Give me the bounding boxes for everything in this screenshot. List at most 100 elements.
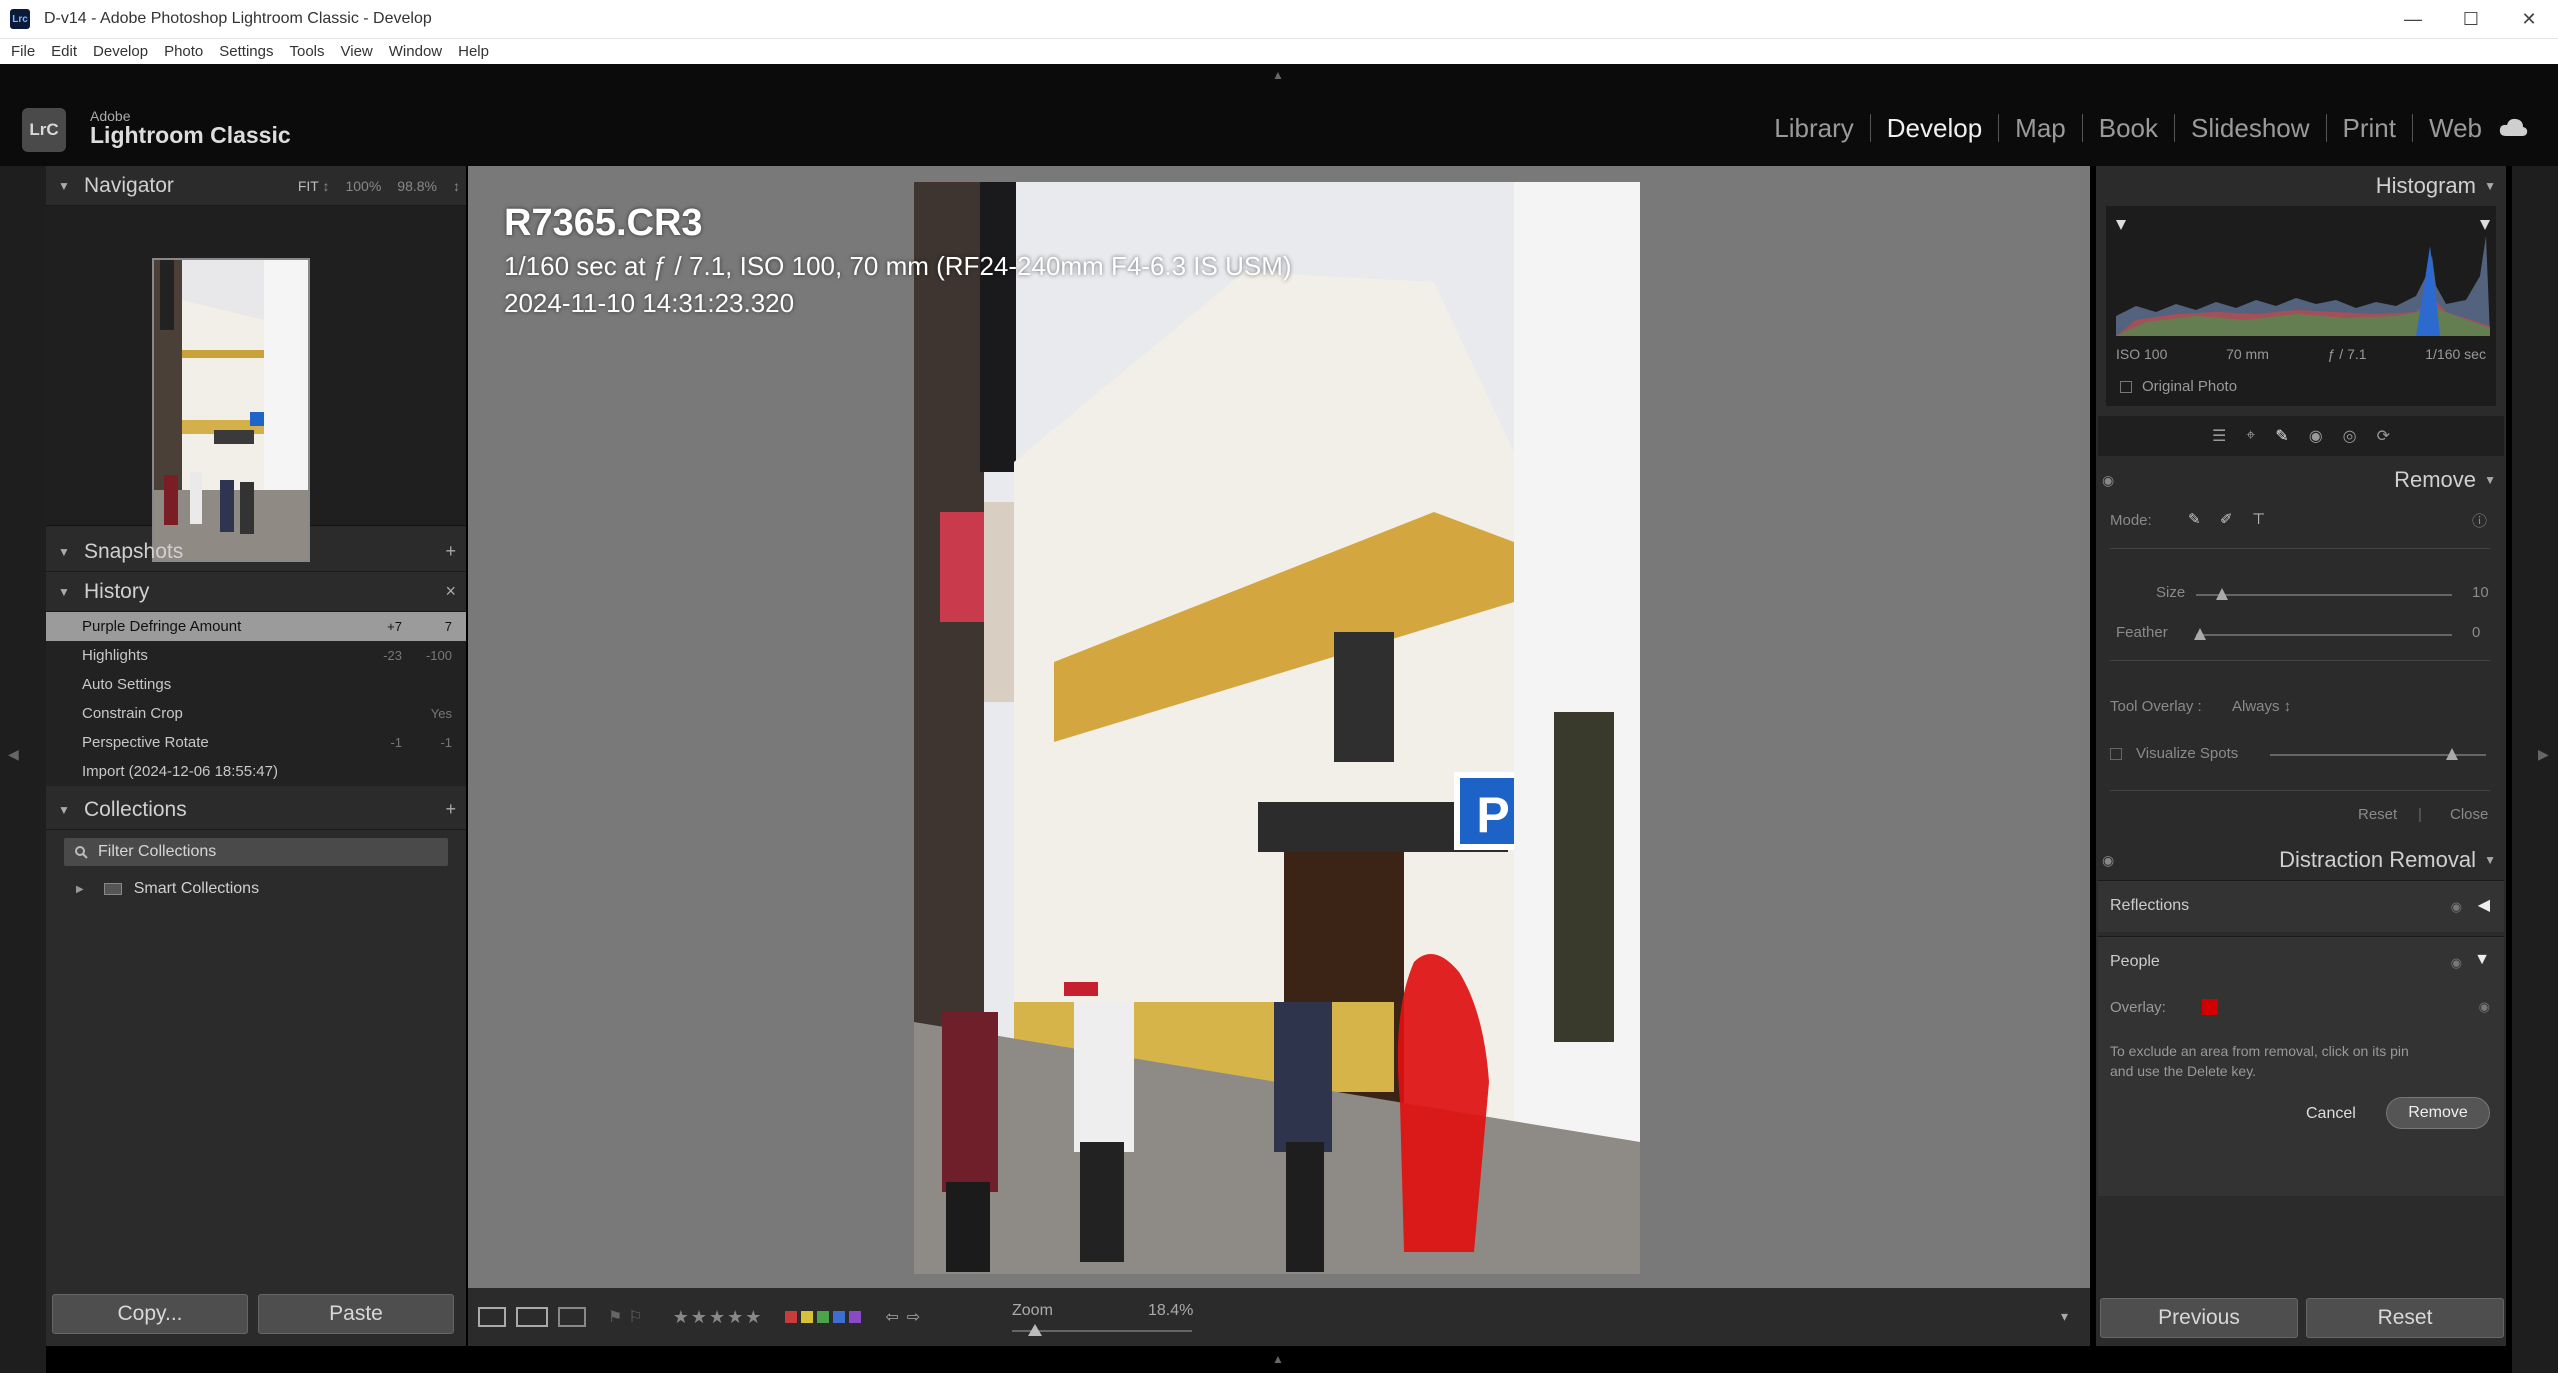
module-web[interactable]: Web (2413, 114, 2498, 142)
menu-edit[interactable]: Edit (51, 43, 77, 60)
reset-button[interactable]: Reset (2306, 1298, 2504, 1338)
history-item[interactable]: Perspective Rotate -1 -1 (46, 728, 466, 757)
module-slideshow[interactable]: Slideshow (2175, 114, 2327, 142)
distraction-removal-header[interactable]: ◉ Distraction Removal ▼ (2096, 840, 2506, 880)
flag-icon[interactable]: ⚑ (608, 1307, 622, 1327)
visibility-icon[interactable]: ◉ (2451, 899, 2462, 915)
history-item[interactable]: Highlights -23 -100 (46, 641, 466, 670)
visualize-spots-checkbox[interactable] (2110, 748, 2122, 760)
histogram-header[interactable]: Histogram ▼ (2096, 166, 2506, 206)
histogram-panel[interactable]: ISO 100 70 mm ƒ / 7.1 1/160 sec Original… (2106, 206, 2496, 406)
overlay-color-swatch[interactable] (2202, 999, 2218, 1015)
add-snapshot-icon[interactable]: + (445, 541, 456, 562)
remove-reset-button[interactable]: Reset (2358, 806, 2397, 823)
color-label-blue[interactable] (833, 1311, 846, 1323)
color-label-red[interactable] (785, 1311, 798, 1323)
add-collection-icon[interactable]: + (445, 799, 456, 820)
module-print[interactable]: Print (2327, 114, 2413, 142)
toolbar-options-icon[interactable]: ▾ (2061, 1308, 2068, 1325)
minimize-icon[interactable]: — (2384, 0, 2442, 38)
collapse-right-icon[interactable]: ▶ (2538, 746, 2549, 763)
history-item-label: Auto Settings (82, 676, 172, 693)
remove-header[interactable]: ◉ Remove ▼ (2096, 460, 2506, 500)
module-book[interactable]: Book (2083, 114, 2176, 142)
collapse-top-icon[interactable]: ▲ (1272, 68, 1284, 82)
menu-settings[interactable]: Settings (219, 43, 273, 60)
color-label-purple[interactable] (849, 1311, 862, 1323)
cancel-button[interactable]: Cancel (2306, 1105, 2356, 1123)
previous-button[interactable]: Previous (2100, 1298, 2298, 1338)
panel-visibility-icon[interactable]: ◉ (2102, 472, 2114, 489)
module-library[interactable]: Library (1758, 114, 1871, 142)
image-canvas[interactable]: P R7365.CR3 1/160 sec at ƒ / 7.1, ISO 10… (468, 166, 2090, 1288)
previous-photo-icon[interactable]: ⇦ (885, 1307, 898, 1327)
yy-view-icon[interactable] (558, 1307, 586, 1327)
history-item[interactable]: Auto Settings (46, 670, 466, 699)
menu-help[interactable]: Help (458, 43, 489, 60)
paste-button[interactable]: Paste (258, 1294, 454, 1334)
copy-button[interactable]: Copy... (52, 1294, 248, 1334)
history-item[interactable]: Import (2024-12-06 18:55:47) (46, 757, 466, 786)
filter-collections-input[interactable]: Filter Collections (64, 838, 448, 866)
zoom-fit[interactable]: FIT ↕ (298, 178, 330, 194)
size-slider-track[interactable] (2196, 594, 2452, 596)
next-photo-icon[interactable]: ⇨ (907, 1307, 920, 1327)
clear-history-icon[interactable]: × (445, 581, 456, 602)
triangle-right-icon[interactable]: ▶ (76, 884, 84, 895)
history-item[interactable]: Purple Defringe Amount +7 7 (46, 612, 466, 641)
menu-file[interactable]: File (11, 43, 35, 60)
visibility-icon[interactable]: ◉ (2451, 955, 2462, 971)
content-aware-remove-icon[interactable]: ✎ (2188, 510, 2201, 528)
loupe-view-icon[interactable] (478, 1307, 506, 1327)
clone-icon[interactable]: ⊤ (2252, 510, 2265, 528)
feather-slider-track[interactable] (2196, 634, 2452, 636)
rating-stars[interactable]: ★★★★★ (673, 1307, 764, 1328)
crop-icon[interactable]: ⌖ (2246, 427, 2255, 445)
heal-icon[interactable]: ✐ (2220, 510, 2233, 528)
module-map[interactable]: Map (1999, 114, 2083, 142)
red-eye-icon[interactable]: ◉ (2309, 426, 2323, 446)
remove-button[interactable]: Remove (2386, 1097, 2490, 1129)
remove-eraser-icon[interactable]: ✎ (2275, 426, 2288, 446)
menu-tools[interactable]: Tools (289, 43, 324, 60)
cloud-icon[interactable] (2498, 116, 2528, 138)
navigator-preview[interactable] (46, 206, 466, 562)
zoom-988[interactable]: 98.8% (397, 178, 437, 194)
navigator-thumbnail[interactable] (152, 258, 310, 562)
snapshots-header[interactable]: ▼ Snapshots + (46, 532, 466, 572)
reject-flag-icon[interactable]: ⚐ (628, 1307, 642, 1327)
smart-collections-item[interactable]: ▶ Smart Collections (46, 874, 466, 904)
history-header[interactable]: ▼ History × (46, 572, 466, 612)
before-after-icon[interactable] (516, 1307, 548, 1327)
reflections-row[interactable]: Reflections ◉ ◀ (2098, 880, 2504, 932)
history-item[interactable]: Constrain Crop Yes (46, 699, 466, 728)
zoom-100[interactable]: 100% (345, 178, 381, 194)
triangle-down-icon[interactable]: ▼ (2474, 951, 2490, 969)
zoom-menu-icon[interactable]: ↕ (453, 178, 460, 194)
menu-view[interactable]: View (341, 43, 373, 60)
maximize-icon[interactable]: ☐ (2442, 0, 2500, 38)
edit-sliders-icon[interactable]: ☰ (2212, 426, 2226, 446)
original-photo-toggle[interactable]: Original Photo (2120, 378, 2237, 395)
menu-develop[interactable]: Develop (93, 43, 148, 60)
overlay-options-icon[interactable]: ◉ (2479, 999, 2490, 1015)
help-icon[interactable]: ⓘ (2472, 510, 2487, 531)
module-develop[interactable]: Develop (1871, 114, 2000, 142)
panel-visibility-icon[interactable]: ◉ (2102, 852, 2114, 869)
navigator-header[interactable]: ▼ Navigator FIT ↕ 100% 98.8% ↕ (46, 166, 466, 206)
collections-header[interactable]: ▼ Collections + (46, 790, 466, 830)
original-photo-checkbox[interactable] (2120, 380, 2132, 393)
color-label-yellow[interactable] (801, 1311, 814, 1323)
photo-image[interactable]: P (914, 182, 1640, 1274)
collapse-bottom-icon[interactable]: ▲ (1272, 1352, 1284, 1366)
color-label-green[interactable] (817, 1311, 830, 1323)
menu-photo[interactable]: Photo (164, 43, 203, 60)
tool-overlay-select[interactable]: Always ↕ (2232, 698, 2291, 715)
masking-icon[interactable]: ◎ (2343, 426, 2357, 446)
presets-icon[interactable]: ⟳ (2377, 426, 2390, 446)
close-icon[interactable]: ✕ (2500, 0, 2558, 38)
remove-close-button[interactable]: Close (2450, 806, 2488, 823)
collapse-left-icon[interactable]: ◀ (8, 746, 19, 763)
triangle-left-icon[interactable]: ◀ (2478, 895, 2490, 915)
menu-window[interactable]: Window (389, 43, 442, 60)
